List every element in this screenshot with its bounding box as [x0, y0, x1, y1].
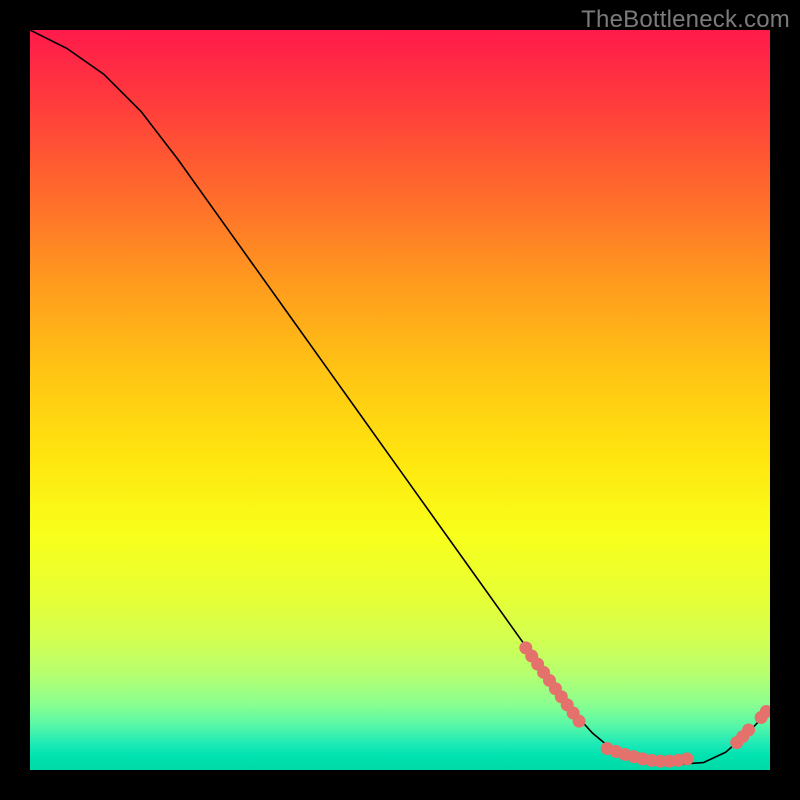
frame: TheBottleneck.com	[0, 0, 800, 800]
plot-area	[30, 30, 770, 770]
bottleneck-curve	[30, 30, 770, 764]
data-marker	[742, 724, 755, 737]
data-marker	[573, 715, 586, 728]
chart-svg	[30, 30, 770, 770]
data-marker	[681, 752, 694, 765]
marker-group	[519, 641, 770, 767]
